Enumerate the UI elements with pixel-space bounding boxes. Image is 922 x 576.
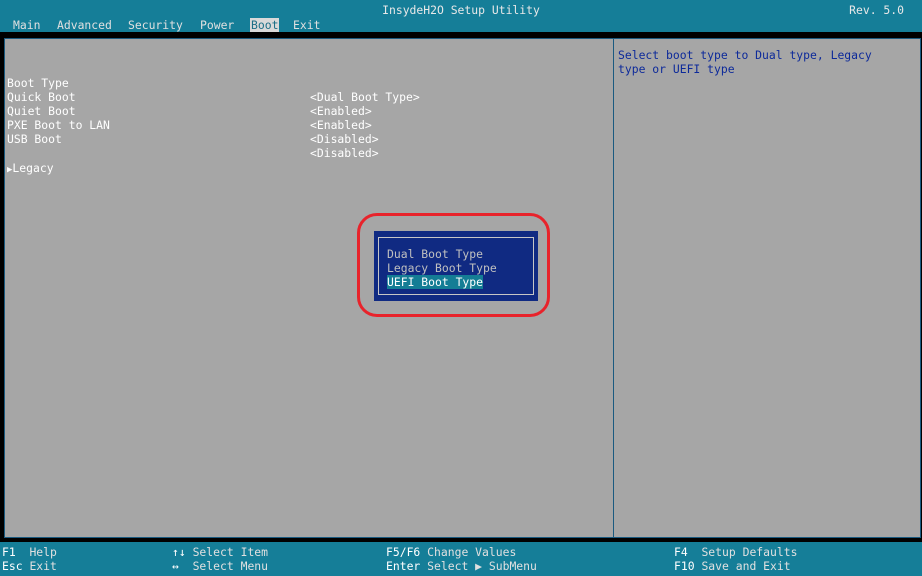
setting-usb-boot[interactable]: USB Boot <Disabled>	[7, 118, 607, 160]
help-panel: Select boot type to Dual type, Legacy ty…	[613, 38, 921, 538]
annotation-ring	[357, 213, 550, 317]
hint-select-item: ↑↓ Select Item	[172, 545, 268, 559]
tab-exit[interactable]: Exit	[292, 18, 321, 32]
key-legend: F1 Help Esc Exit ↑↓ Select Item ↔ Select…	[0, 542, 922, 576]
app-title: InsydeH2O Setup Utility	[382, 3, 540, 17]
setting-value[interactable]: <Disabled>	[310, 132, 379, 146]
key-action: Select Item	[192, 545, 269, 559]
key-label: F5/F6	[386, 545, 421, 559]
key-label: F4	[674, 545, 688, 559]
key-action: Select Menu	[192, 559, 269, 573]
submenu-legacy[interactable]: ▶Legacy	[7, 147, 607, 175]
key-action: Save and Exit	[701, 559, 791, 573]
tab-advanced[interactable]: Advanced	[56, 18, 113, 32]
tab-security[interactable]: Security	[127, 18, 184, 32]
menu-tabs: Main Advanced Security Power Boot Exit	[0, 18, 922, 32]
tab-power[interactable]: Power	[199, 18, 235, 32]
hint-save-exit: F10 Save and Exit	[674, 559, 791, 573]
key-label: Esc	[2, 559, 23, 573]
key-action: Exit	[29, 559, 57, 573]
key-action: Help	[29, 545, 57, 559]
revision-label: Rev. 5.0	[849, 3, 904, 17]
key-label: ↑↓	[172, 545, 186, 559]
key-label: Enter	[386, 559, 421, 573]
key-action: Change Values	[427, 545, 517, 559]
key-label: ↔	[172, 559, 179, 573]
title-bar: InsydeH2O Setup Utility Rev. 5.0	[0, 0, 922, 18]
hint-select-submenu: Enter Select ▶ SubMenu	[386, 559, 537, 573]
tab-boot[interactable]: Boot	[250, 18, 280, 32]
hint-change-values: F5/F6 Change Values	[386, 545, 516, 559]
hint-setup-defaults: F4 Setup Defaults	[674, 545, 797, 559]
setting-quick-boot[interactable]: Quick Boot <Enabled>	[7, 76, 607, 118]
setting-pxe-boot-to-lan[interactable]: PXE Boot to LAN <Disabled>	[7, 104, 607, 146]
help-text: Select boot type to Dual type, Legacy ty…	[618, 48, 872, 76]
submenu-label: Legacy	[12, 161, 54, 175]
setting-boot-type[interactable]: Boot Type <Dual Boot Type>	[7, 62, 607, 104]
key-action: Setup Defaults	[701, 545, 798, 559]
key-label: F10	[674, 559, 695, 573]
hint-esc: Esc Exit	[2, 559, 57, 573]
hint-select-menu: ↔ Select Menu	[172, 559, 268, 573]
setting-quiet-boot[interactable]: Quiet Boot <Enabled>	[7, 90, 607, 132]
key-label: F1	[2, 545, 16, 559]
setting-label: USB Boot	[7, 132, 62, 146]
key-action: Select ▶ SubMenu	[427, 559, 537, 573]
tab-main[interactable]: Main	[12, 18, 41, 32]
hint-f1: F1 Help	[2, 545, 57, 559]
